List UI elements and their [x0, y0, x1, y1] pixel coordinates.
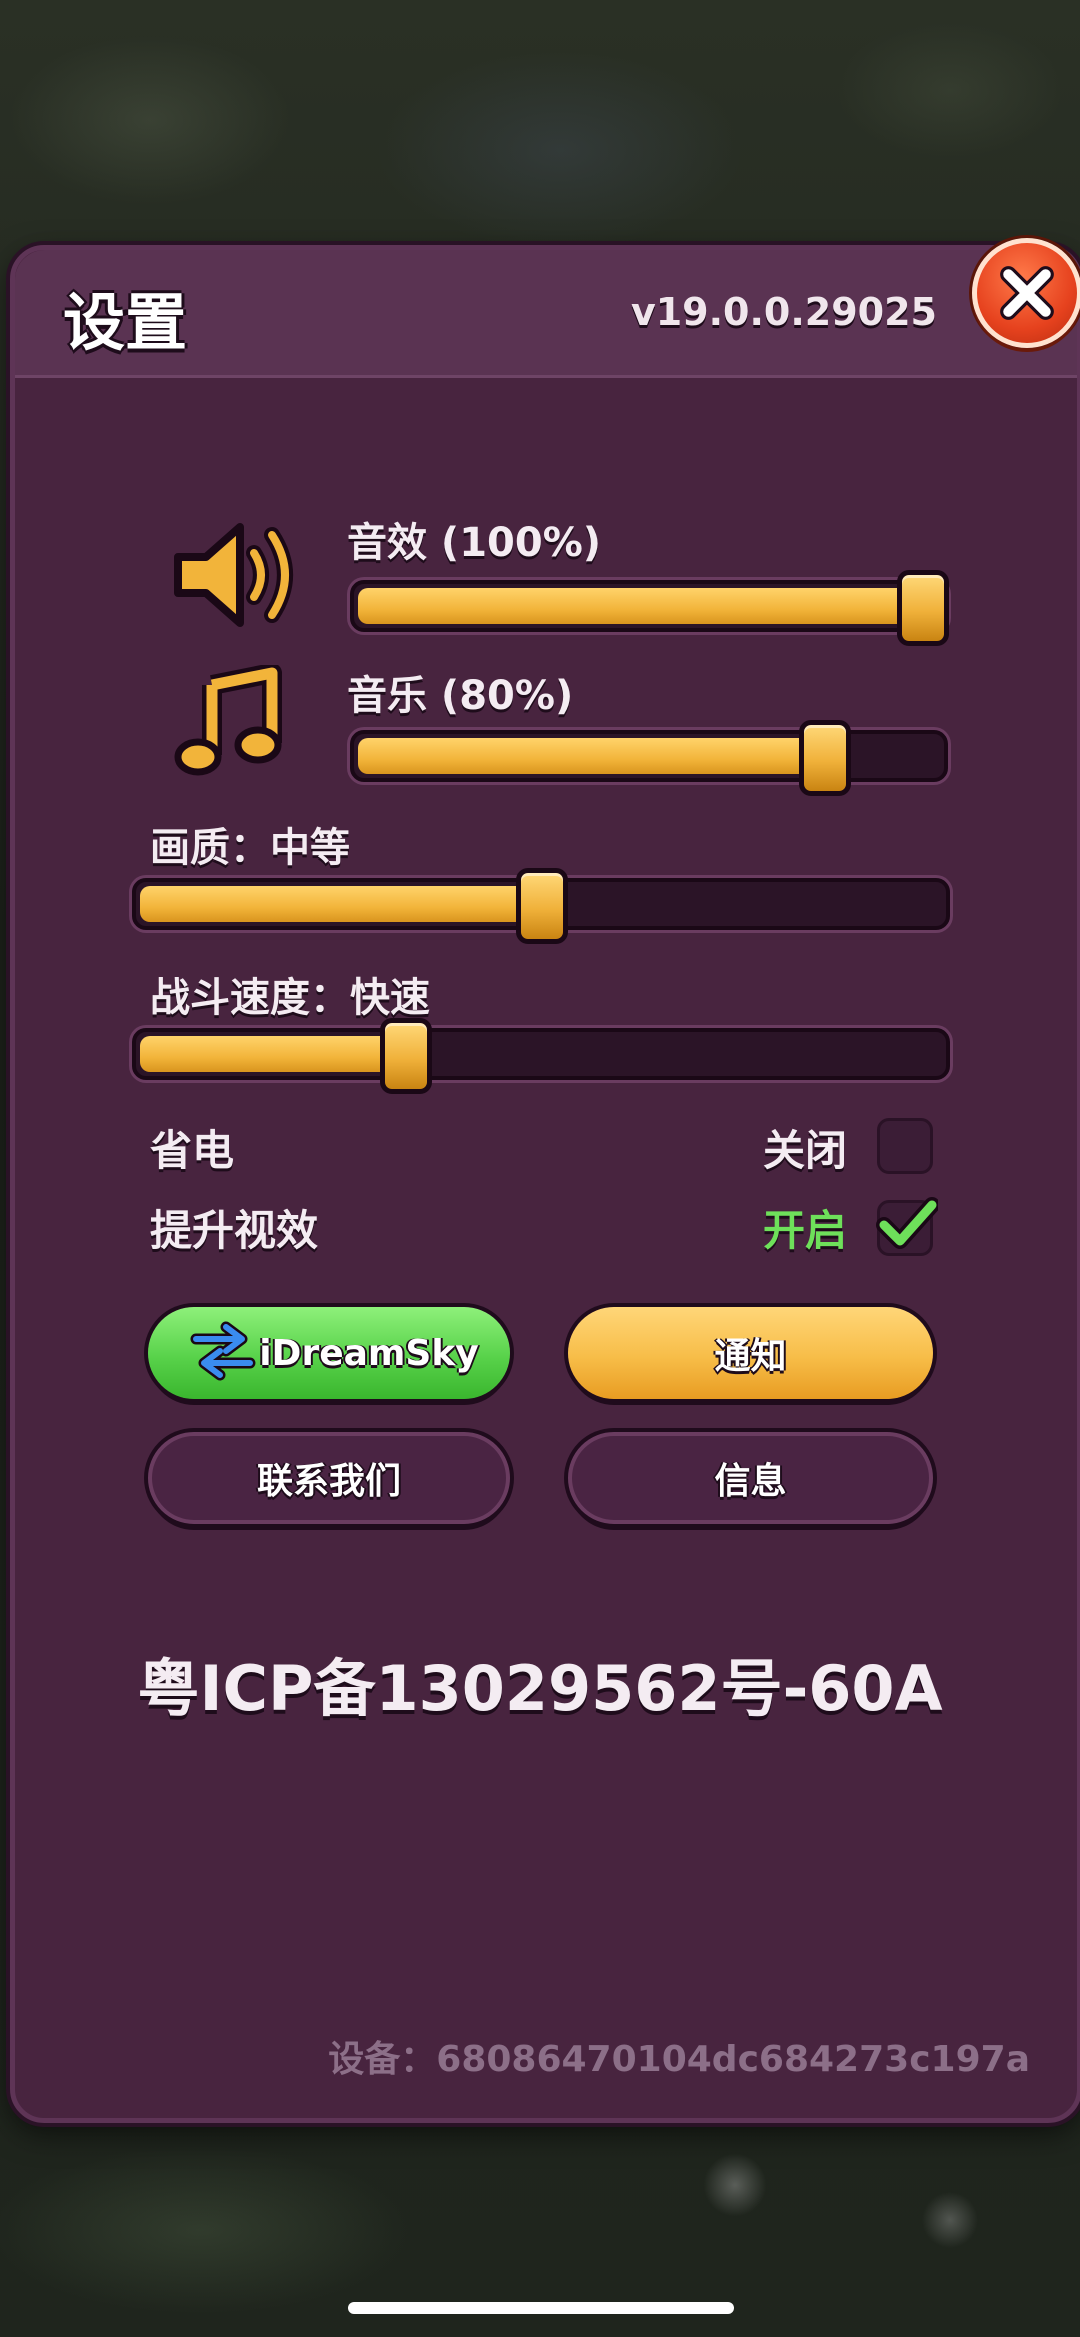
close-button[interactable]: [972, 238, 1080, 348]
enhance-effects-state: 开启: [763, 1206, 848, 1255]
music-note-icon: [174, 665, 282, 776]
quality-slider-handle[interactable]: [516, 868, 568, 944]
sound-slider[interactable]: [350, 570, 949, 646]
sound-label: 音效 (100%): [347, 520, 602, 566]
power-saving-checkbox[interactable]: [877, 1118, 933, 1174]
quality-slider[interactable]: [132, 868, 950, 944]
idreamsky-button-label: iDreamSky: [259, 1332, 479, 1374]
checkmark-icon: [876, 1197, 938, 1249]
notice-button-label: 通知: [714, 1336, 787, 1377]
power-saving-label: 省电: [150, 1126, 235, 1175]
icp-license-text: 粤ICP备13029562号-60A: [137, 1652, 943, 1725]
power-saving-state: 关闭: [763, 1126, 848, 1175]
speaker-icon: [174, 523, 293, 627]
sound-slider-handle[interactable]: [897, 570, 949, 646]
battle-speed-label: 战斗速度：快速: [150, 975, 430, 1021]
contact-us-button-label: 联系我们: [256, 1461, 401, 1502]
quality-slider-fill: [140, 886, 537, 922]
music-slider-fill: [358, 738, 820, 774]
swap-arrows-icon: [190, 1321, 256, 1381]
idreamsky-button[interactable]: iDreamSky: [148, 1307, 510, 1399]
contact-us-button[interactable]: 联系我们: [148, 1432, 510, 1524]
music-slider[interactable]: [350, 720, 948, 796]
battle-speed-slider-fill: [140, 1036, 401, 1072]
enhance-effects-checkbox[interactable]: [876, 1197, 938, 1256]
page-title: 设置: [63, 286, 188, 359]
enhance-effects-label: 提升视效: [150, 1206, 319, 1255]
battle-speed-slider-handle[interactable]: [379, 1018, 432, 1094]
close-icon: [1000, 266, 1054, 320]
music-label: 音乐 (80%): [347, 673, 574, 719]
info-button[interactable]: 信息: [568, 1432, 933, 1524]
quality-label: 画质：中等: [150, 825, 350, 871]
info-button-label: 信息: [714, 1461, 787, 1502]
notice-button[interactable]: 通知: [568, 1307, 933, 1399]
panel-header: 设置 v19.0.0.29025: [15, 250, 1077, 378]
device-id-text: 设备：68086470104dc684273c197a: [328, 2039, 1030, 2080]
music-slider-handle[interactable]: [798, 720, 851, 796]
sound-slider-fill: [358, 588, 936, 624]
battle-speed-slider[interactable]: [132, 1018, 950, 1094]
home-indicator[interactable]: [348, 2302, 734, 2314]
version-label: v19.0.0.29025: [630, 290, 937, 334]
